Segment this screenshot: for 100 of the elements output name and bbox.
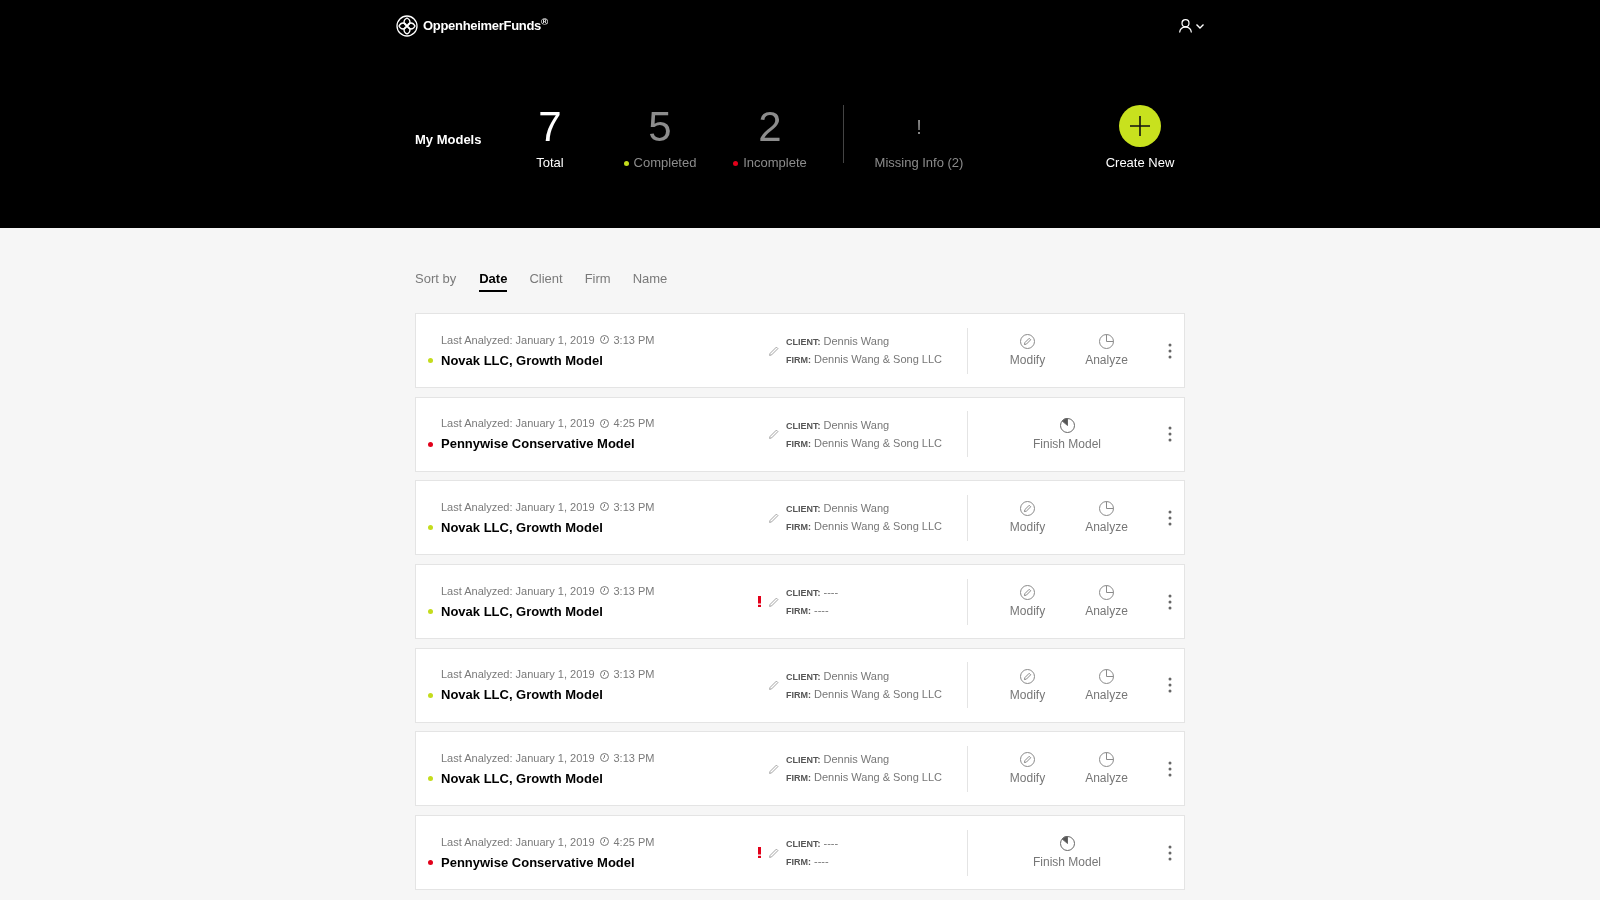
last-analyzed-time: 3:13 PM	[613, 499, 655, 514]
pencil-icon	[769, 429, 779, 440]
firm-name: Dennis Wang & Song LLC	[814, 435, 942, 450]
model-name[interactable]: Novak LLC, Growth Model	[441, 603, 603, 620]
client-label: CLIENT:	[786, 587, 821, 601]
create-new-button[interactable]: Create New	[1095, 105, 1185, 171]
pencil-circle-icon	[1020, 501, 1035, 517]
last-analyzed-date: Last Analyzed: January 1, 2019	[441, 750, 595, 765]
last-analyzed-date: Last Analyzed: January 1, 2019	[441, 416, 595, 431]
firm-label: FIRM:	[786, 688, 811, 702]
brand-logo-text[interactable]: OppenheimerFunds$^{®}$	[423, 16, 548, 36]
client-label: CLIENT:	[786, 503, 821, 517]
firm-label: FIRM:	[786, 354, 811, 367]
analyze-button[interactable]: Analyze	[1083, 668, 1130, 702]
pencil-icon	[769, 680, 779, 691]
clock-icon	[599, 586, 609, 596]
modify-button[interactable]: Modify	[1007, 585, 1048, 619]
client-label: CLIENT:	[786, 838, 821, 852]
pie-chart-icon	[1099, 752, 1114, 768]
last-analyzed-date: Last Analyzed: January 1, 2019	[441, 499, 595, 514]
firm-label: FIRM:	[786, 856, 811, 870]
pie-chart-icon	[1099, 334, 1114, 349]
last-analyzed-date: Last Analyzed: January 1, 2019	[441, 834, 595, 849]
firm-label: FIRM:	[786, 605, 811, 619]
pencil-icon	[769, 763, 779, 774]
firm-name: ----	[814, 603, 829, 618]
client-name: Dennis Wang	[823, 668, 890, 683]
firm-name: Dennis Wang & Song LLC	[814, 770, 942, 785]
client-label: CLIENT:	[786, 336, 821, 349]
client-name: Dennis Wang	[823, 752, 890, 767]
progress-circle-icon	[1059, 417, 1075, 433]
sort-label: Sort by	[415, 270, 457, 288]
firm-name: Dennis Wang & Song LLC	[814, 352, 942, 366]
client-label: CLIENT:	[786, 754, 821, 768]
last-analyzed-time: 4:25 PM	[613, 834, 655, 849]
firm-name: Dennis Wang & Song LLC	[814, 686, 942, 701]
logo-icon	[396, 15, 418, 37]
clock-icon	[599, 335, 609, 344]
modify-button[interactable]: Modify	[1007, 668, 1048, 702]
pencil-circle-icon	[1020, 334, 1035, 349]
model-name[interactable]: Novak LLC, Growth Model	[441, 687, 603, 704]
sort-tab[interactable]: Date	[479, 270, 508, 292]
firm-label: FIRM:	[786, 437, 811, 451]
model-name[interactable]: Novak LLC, Growth Model	[441, 770, 603, 787]
last-analyzed-date: Last Analyzed: January 1, 2019	[441, 667, 595, 682]
pie-chart-icon	[1099, 585, 1114, 601]
stat-value: !	[916, 117, 922, 137]
kebab-icon	[1168, 593, 1172, 610]
client-name: ----	[823, 585, 839, 600]
last-analyzed-time: 3:13 PM	[613, 667, 655, 682]
analyze-button[interactable]: Analyze	[1083, 334, 1130, 367]
stat-label: Missing Info (2)	[874, 155, 964, 171]
last-analyzed-time: 4:25 PM	[613, 416, 655, 431]
stat-label: Completed	[633, 155, 697, 171]
model-name[interactable]: Pennywise Conservative Model	[441, 436, 635, 453]
model-name[interactable]: Novak LLC, Growth Model	[441, 352, 603, 369]
chevron-down-icon	[1196, 23, 1204, 29]
plus-icon	[1130, 116, 1150, 136]
clock-icon	[599, 418, 609, 428]
modify-button[interactable]: Modify	[1007, 501, 1048, 535]
sort-tab[interactable]: Firm	[584, 270, 611, 292]
section-title: My Models	[415, 132, 483, 148]
client-name: Dennis Wang	[823, 334, 890, 348]
client-label: CLIENT:	[786, 419, 821, 433]
firm-name: Dennis Wang & Song LLC	[814, 519, 942, 534]
last-analyzed-time: 3:13 PM	[613, 750, 655, 765]
pencil-icon	[769, 596, 779, 607]
model-name[interactable]: Pennywise Conservative Model	[441, 854, 635, 871]
pencil-circle-icon	[1020, 752, 1035, 768]
modify-button[interactable]: Modify	[1007, 752, 1048, 786]
pencil-circle-icon	[1020, 668, 1035, 684]
firm-label: FIRM:	[786, 521, 811, 535]
sort-tab[interactable]: Client	[529, 270, 563, 292]
modify-button[interactable]: Modify	[1007, 334, 1048, 367]
last-analyzed-date: Last Analyzed: January 1, 2019	[441, 332, 595, 347]
sort-tab[interactable]: Name	[632, 270, 668, 292]
last-analyzed-time: 3:13 PM	[613, 332, 655, 347]
stat-label: Incomplete	[743, 155, 807, 171]
finish-model-button[interactable]: Finish Model	[1031, 836, 1103, 870]
clock-icon	[599, 502, 609, 512]
firm-label: FIRM:	[786, 772, 811, 786]
last-analyzed-time: 3:13 PM	[613, 583, 655, 598]
pencil-icon	[769, 512, 779, 523]
model-name[interactable]: Novak LLC, Growth Model	[441, 519, 603, 536]
firm-name: ----	[814, 854, 829, 869]
client-name: Dennis Wang	[823, 417, 890, 432]
analyze-button[interactable]: Analyze	[1083, 585, 1130, 619]
analyze-button[interactable]: Analyze	[1083, 752, 1130, 786]
clock-icon	[599, 753, 609, 763]
kebab-icon	[1168, 509, 1172, 526]
analyze-button[interactable]: Analyze	[1083, 501, 1130, 535]
pencil-circle-icon	[1020, 585, 1035, 601]
clock-icon	[599, 669, 609, 679]
pencil-icon	[769, 345, 779, 356]
finish-model-button[interactable]: Finish Model	[1031, 417, 1103, 451]
user-menu-button[interactable]	[1179, 19, 1204, 33]
last-analyzed-date: Last Analyzed: January 1, 2019	[441, 583, 595, 598]
client-name: Dennis Wang	[823, 501, 890, 516]
pencil-icon	[769, 847, 779, 858]
kebab-icon	[1168, 426, 1172, 443]
